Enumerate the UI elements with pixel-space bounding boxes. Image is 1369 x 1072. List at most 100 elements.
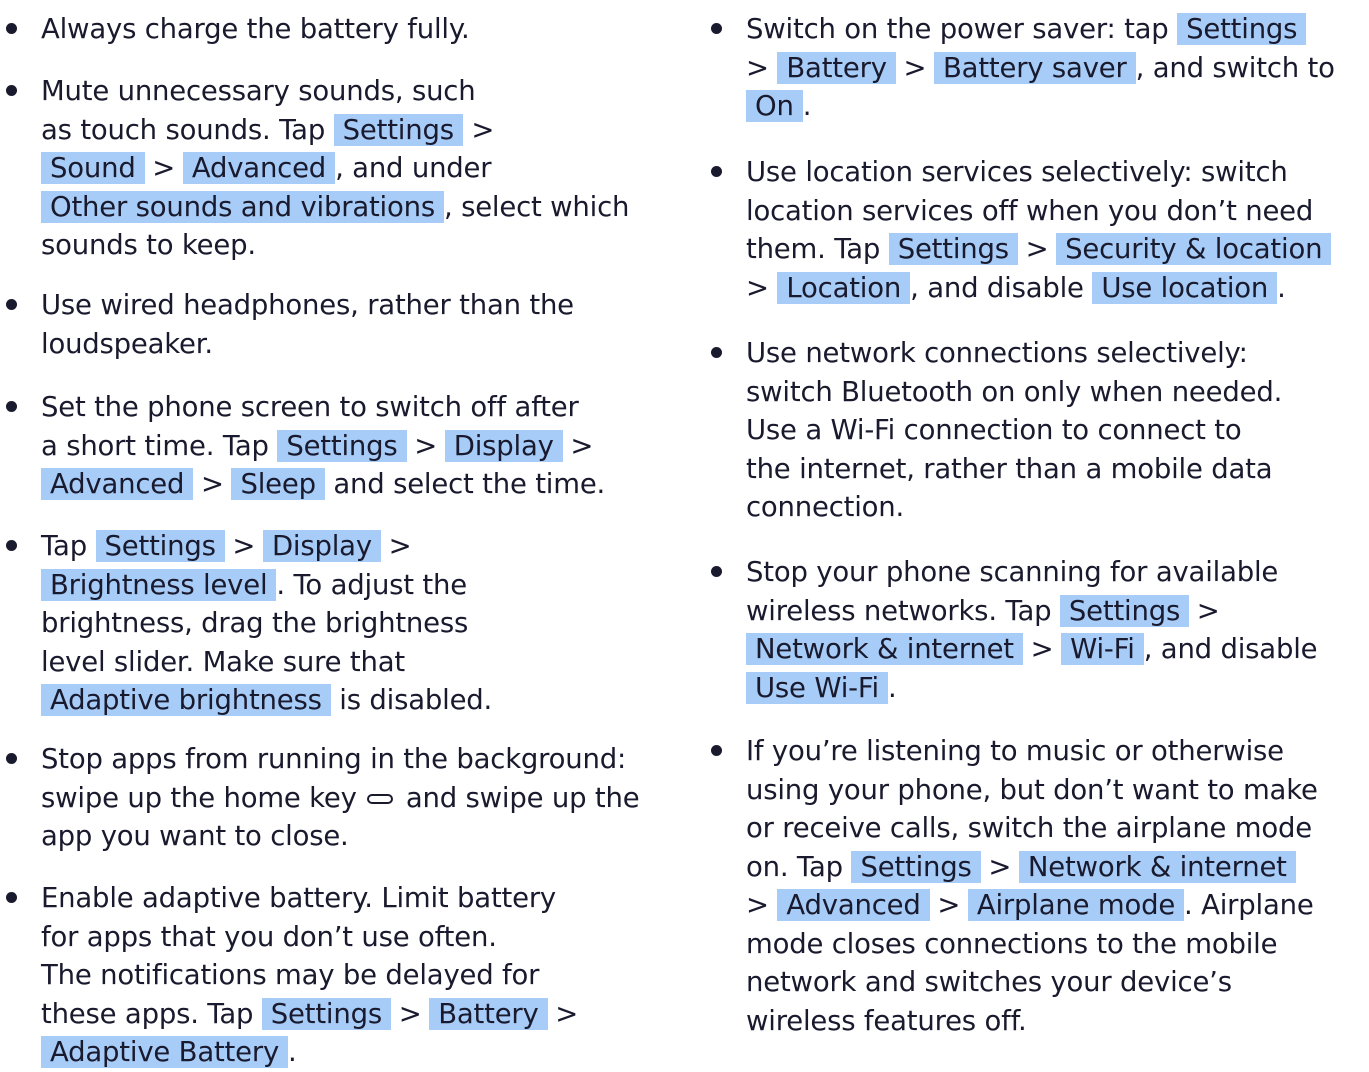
- tip-line: connection.: [746, 491, 905, 523]
- tip-text: .: [802, 90, 812, 122]
- tip-airplane-mode: If you’re listening to music or otherwis…: [705, 732, 1369, 1040]
- ui-display: Display: [262, 530, 381, 562]
- ui-on: On: [746, 90, 803, 122]
- ui-battery-saver: Battery saver: [934, 51, 1136, 84]
- tip-line: location services off when you don’t nee…: [746, 194, 1314, 227]
- ui-sound: Sound: [41, 152, 145, 184]
- tip-line: using your phone, but don’t want to make: [746, 773, 1318, 806]
- tip-line: Use Wi-Fi.: [746, 669, 1369, 708]
- ui-network-internet: Network & internet: [1018, 850, 1296, 883]
- ui-use-wifi: Use Wi-Fi: [746, 671, 888, 704]
- bullet-icon: [711, 23, 722, 34]
- tip-text: as touch sounds. Tap: [41, 113, 326, 146]
- tip-line: network and switches your device’s: [746, 966, 1232, 998]
- tip-line: Network & internet > Wi-Fi, and disable: [746, 630, 1369, 669]
- ui-settings: Settings: [1059, 594, 1190, 627]
- tip-line: the internet, rather than a mobile data: [746, 452, 1273, 485]
- ui-battery: Battery: [429, 997, 548, 1030]
- tip-line: a short time. Tap Settings > Display >: [41, 427, 668, 466]
- ui-sleep: Sleep: [231, 468, 325, 500]
- tip-line: > Advanced > Airplane mode. Airplane: [746, 886, 1369, 925]
- tip-line: app you want to close.: [41, 820, 349, 852]
- ui-display: Display: [444, 429, 563, 462]
- tip-line: Switch on the power saver: tap Settings: [746, 10, 1369, 49]
- ui-advanced: Advanced: [182, 152, 336, 184]
- ui-location: Location: [777, 271, 911, 304]
- tip-text: , select which: [443, 190, 630, 223]
- tip-text: on. Tap: [746, 850, 843, 883]
- tip-text: , and switch to: [1135, 51, 1335, 84]
- path-separator: >: [555, 997, 579, 1030]
- ui-adaptive-battery: Adaptive Battery: [41, 1036, 289, 1068]
- tip-line: these apps. Tap Settings > Battery >: [41, 995, 668, 1034]
- ui-settings: Settings: [261, 997, 391, 1030]
- tip-text: .: [887, 671, 897, 704]
- tip-line: Tap Settings > Display >: [41, 527, 668, 566]
- tip-power-saver: Switch on the power saver: tap Settings …: [705, 10, 1369, 126]
- tip-line: Use wired headphones, rather than the: [41, 289, 574, 321]
- tip-wifi-scanning: Stop your phone scanning for available w…: [705, 553, 1369, 707]
- tip-text: and select the time.: [333, 468, 606, 500]
- tip-line: Mute unnecessary sounds, such: [41, 75, 476, 107]
- ui-other-sounds: Other sounds and vibrations: [41, 190, 444, 223]
- ui-settings: Settings: [333, 113, 463, 146]
- path-separator: >: [1025, 233, 1049, 265]
- bullet-icon: [711, 347, 722, 358]
- tip-wired-headphones: Use wired headphones, rather than the lo…: [0, 286, 668, 363]
- tip-location-services: Use location services selectively: switc…: [705, 153, 1369, 307]
- bullet-icon: [6, 401, 17, 412]
- tip-screen-timeout: Set the phone screen to switch off after…: [0, 388, 668, 504]
- tip-text: . To adjust the: [276, 568, 467, 601]
- ui-wifi: Wi-Fi: [1061, 633, 1144, 665]
- tip-line: Advanced > Sleep and select the time.: [41, 465, 668, 504]
- tip-line: Use location services selectively: switc…: [746, 156, 1288, 188]
- bullet-icon: [711, 166, 722, 177]
- ui-settings: Settings: [1177, 13, 1307, 45]
- tip-line: > Location, and disable Use location.: [746, 269, 1369, 308]
- path-separator: >: [746, 271, 769, 304]
- ui-airplane-mode: Airplane mode: [967, 889, 1185, 921]
- tip-text: Switch on the power saver: tap: [746, 13, 1169, 45]
- ui-settings: Settings: [851, 850, 981, 883]
- home-key-icon: [367, 793, 394, 804]
- tip-text: them. Tap: [746, 233, 881, 265]
- tip-line: as touch sounds. Tap Settings >: [41, 111, 668, 150]
- tip-charge-battery: Always charge the battery fully.: [0, 10, 668, 49]
- tip-mute-sounds: Mute unnecessary sounds, such as touch s…: [0, 72, 668, 265]
- tip-line: loudspeaker.: [41, 327, 213, 360]
- ui-advanced: Advanced: [41, 468, 194, 500]
- tip-line: Brightness level. To adjust the: [41, 566, 668, 605]
- tip-line: Stop apps from running in the background…: [41, 743, 627, 775]
- tip-line: for apps that you don’t use often.: [41, 920, 497, 953]
- tip-text: is disabled.: [339, 684, 493, 716]
- bullet-icon: [6, 85, 17, 96]
- tip-line: or receive calls, switch the airplane mo…: [746, 812, 1312, 844]
- path-separator: >: [152, 152, 176, 184]
- tip-line: On.: [746, 87, 1369, 126]
- ui-network-internet: Network & internet: [746, 633, 1023, 665]
- ui-battery: Battery: [777, 51, 896, 84]
- bullet-icon: [6, 540, 17, 551]
- tip-text: .: [288, 1036, 297, 1068]
- tip-line: > Battery > Battery saver, and switch to: [746, 49, 1369, 88]
- tip-text: swipe up the home key: [41, 781, 357, 814]
- path-separator: >: [903, 51, 927, 84]
- tip-text: , and disable: [1143, 633, 1318, 665]
- ui-settings: Settings: [277, 429, 407, 462]
- path-separator: >: [570, 429, 594, 462]
- tip-line: them. Tap Settings > Security & location: [746, 230, 1369, 269]
- tip-line: Use network connections selectively:: [746, 337, 1248, 369]
- ui-security-location: Security & location: [1056, 233, 1332, 265]
- tip-line: mode closes connections to the mobile: [746, 927, 1278, 960]
- path-separator: >: [414, 429, 438, 462]
- tip-background-apps: Stop apps from running in the background…: [0, 740, 668, 856]
- tip-text: , and disable: [910, 271, 1084, 304]
- tip-line: Other sounds and vibrations, select whic…: [41, 188, 668, 227]
- path-separator: >: [746, 889, 769, 921]
- ui-adaptive-brightness: Adaptive brightness: [41, 684, 331, 716]
- tip-text: , and under: [335, 152, 492, 184]
- tip-line: Sound > Advanced, and under: [41, 149, 668, 188]
- tip-text: . Airplane: [1184, 889, 1314, 921]
- tip-line: Use a Wi-Fi connection to connect to: [746, 414, 1242, 446]
- bullet-icon: [6, 753, 17, 764]
